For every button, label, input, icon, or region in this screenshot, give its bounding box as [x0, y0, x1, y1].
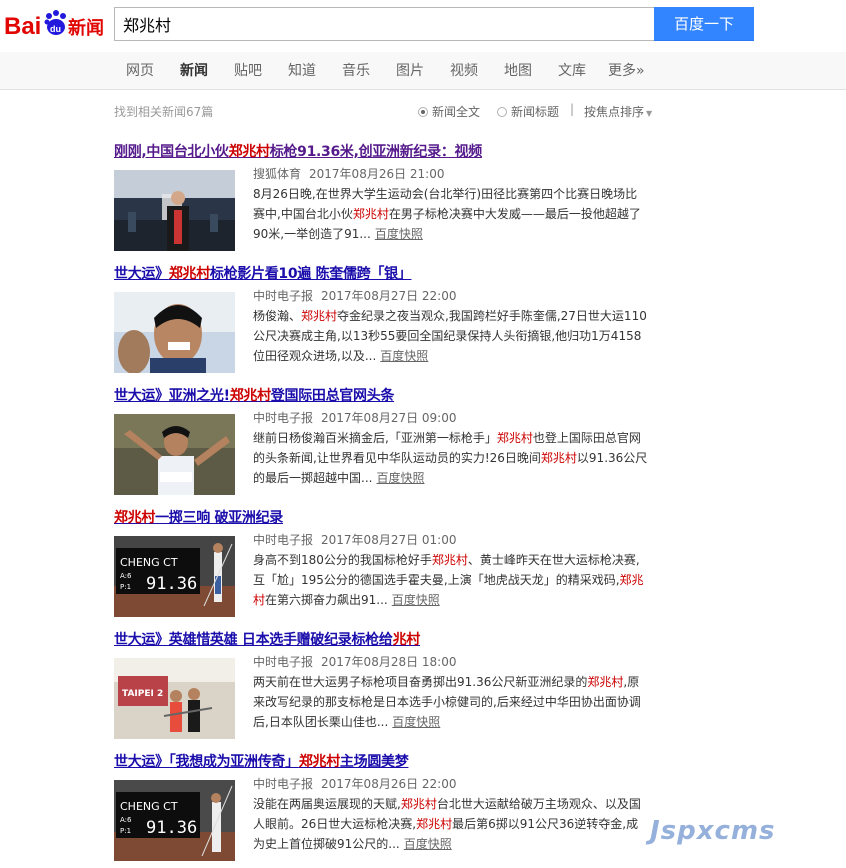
logo-du-text: du [50, 24, 61, 34]
tab-video[interactable]: 视频 [450, 60, 478, 80]
result-body: 中时电子报 2017年08月26日 22:00 没能在两届奥运展现的天赋,郑兆村台… [253, 774, 653, 854]
option-full-text[interactable]: 新闻全文 [418, 103, 480, 120]
result-thumbnail[interactable]: CHENG CT A:6 P:1 91.36 [114, 780, 235, 861]
scoreboard-value: 91.36 [146, 574, 197, 594]
cache-link[interactable]: 百度快照 [376, 471, 424, 485]
tab-music[interactable]: 音乐 [342, 60, 370, 80]
scoreboard-a: A:6 [120, 816, 132, 824]
news-result: 世大运》「我想成为亚洲传奇」郑兆村主场圆美梦 CHENG CT A:6 P:1 … [114, 752, 674, 861]
radio-checked-icon[interactable] [418, 106, 428, 117]
logo-bai-text: Bai [4, 13, 41, 40]
search-input[interactable] [114, 7, 654, 41]
cache-link[interactable]: 百度快照 [404, 837, 452, 851]
cache-link[interactable]: 百度快照 [392, 593, 440, 607]
result-snippet: 两天前在世大运男子标枪项目奋勇掷出91.36公尺新亚洲纪录的郑兆村,原来改写纪录… [253, 675, 641, 729]
result-source: 中时电子报 2017年08月27日 09:00 [253, 411, 457, 425]
radio-unchecked-icon[interactable] [497, 106, 507, 117]
scoreboard-p: P:1 [120, 583, 131, 591]
scoreboard-a: A:6 [120, 572, 132, 580]
news-result: 世大运》郑兆村标枪影片看10遍 陈奎儒跨「银」 中时电子报 2017年08月27日… [114, 264, 674, 373]
banner-text: TAIPEI 2 [122, 689, 163, 699]
search-button[interactable]: 百度一下 [654, 7, 754, 41]
result-snippet: 没能在两届奥运展现的天赋,郑兆村台北世大运献给破万主场观众、以及国人眼前。26日… [253, 797, 641, 851]
result-thumbnail[interactable] [114, 292, 235, 373]
result-snippet: 杨俊瀚、郑兆村夺金纪录之夜当观众,我国跨栏好手陈奎儒,27日世大运110公尺决赛… [253, 309, 647, 363]
cache-link[interactable]: 百度快照 [392, 715, 440, 729]
result-source: 搜狐体育 2017年08月26日 21:00 [253, 167, 445, 181]
cache-link[interactable]: 百度快照 [380, 349, 428, 363]
result-body: 中时电子报 2017年08月28日 18:00 两天前在世大运男子标枪项目奋勇掷出… [253, 652, 653, 732]
tab-tieba[interactable]: 贴吧 [234, 60, 262, 80]
header: Bai du 新闻 百度一下 [0, 0, 846, 52]
result-body: 中时电子报 2017年08月27日 09:00 继前日杨俊瀚百米摘金后,「亚洲第一… [253, 408, 653, 488]
result-body: 搜狐体育 2017年08月26日 21:00 8月26日晚,在世界大学生运动会(台… [253, 164, 653, 244]
tab-more[interactable]: 更多» [608, 60, 645, 80]
result-title[interactable]: 刚刚,中国台北小伙郑兆村标枪91.36米,创亚洲新纪录：视频 [114, 142, 674, 162]
result-body: 中时电子报 2017年08月27日 22:00 杨俊瀚、郑兆村夺金纪录之夜当观众,… [253, 286, 653, 366]
tab-news[interactable]: 新闻 [180, 60, 208, 80]
result-title[interactable]: 世大运》郑兆村标枪影片看10遍 陈奎儒跨「银」 [114, 264, 674, 284]
logo-news-text: 新闻 [68, 17, 104, 39]
result-title[interactable]: 郑兆村一掷三响 破亚洲纪录 [114, 508, 674, 528]
tab-images[interactable]: 图片 [396, 60, 424, 80]
result-snippet: 8月26日晚,在世界大学生运动会(台北举行)田径比赛第四个比赛日晚场比赛中,中国… [253, 187, 641, 241]
result-thumbnail[interactable]: TAIPEI 2 [114, 658, 235, 739]
tab-zhidao[interactable]: 知道 [288, 60, 316, 80]
result-snippet: 继前日杨俊瀚百米摘金后,「亚洲第一标枪手」郑兆村也登上国际田总官网的头条新闻,让… [253, 431, 648, 485]
result-thumbnail[interactable] [114, 414, 235, 495]
news-result: 郑兆村一掷三响 破亚洲纪录 CHENG CT A:6 P:1 91.36 中时电… [114, 508, 674, 617]
result-count: 找到相关新闻67篇 [114, 105, 214, 119]
sort-dropdown[interactable]: 按焦点排序 ▼ [584, 103, 652, 120]
result-snippet: 身高不到180公分的我国标枪好手郑兆村、黄士峰昨天在世大运标枪决赛,互「尬」19… [253, 553, 644, 607]
result-thumbnail[interactable] [114, 170, 235, 251]
result-title[interactable]: 世大运》亚洲之光!郑兆村登国际田总官网头条 [114, 386, 674, 406]
scoreboard-name: CHENG CT [120, 556, 178, 569]
result-source: 中时电子报 2017年08月27日 22:00 [253, 289, 457, 303]
news-result: 世大运》亚洲之光!郑兆村登国际田总官网头条 中时电子报 2017年08月27日 0… [114, 386, 674, 495]
result-source: 中时电子报 2017年08月28日 18:00 [253, 655, 457, 669]
watermark-logo: Jspxcms [650, 816, 776, 846]
scoreboard-p: P:1 [120, 827, 131, 835]
tab-web[interactable]: 网页 [126, 60, 154, 80]
result-title[interactable]: 世大运》英雄惜英雄 日本选手赠破纪录标枪给兆村 [114, 630, 674, 650]
scoreboard-value: 91.36 [146, 818, 197, 838]
news-result: 刚刚,中国台北小伙郑兆村标枪91.36米,创亚洲新纪录：视频 搜狐体育 2017年… [114, 142, 674, 251]
result-source: 中时电子报 2017年08月27日 01:00 [253, 533, 457, 547]
result-title[interactable]: 世大运》「我想成为亚洲传奇」郑兆村主场圆美梦 [114, 752, 674, 772]
toolbar-separator: | [570, 102, 575, 116]
tab-map[interactable]: 地图 [504, 60, 532, 80]
nav-bar: 网页 新闻 贴吧 知道 音乐 图片 视频 地图 文库 更多» [0, 52, 846, 90]
caret-down-icon: ▼ [646, 109, 653, 118]
result-source: 中时电子报 2017年08月26日 22:00 [253, 777, 457, 791]
cache-link[interactable]: 百度快照 [375, 227, 423, 241]
result-thumbnail[interactable]: CHENG CT A:6 P:1 91.36 [114, 536, 235, 617]
news-result: 世大运》英雄惜英雄 日本选手赠破纪录标枪给兆村 TAIPEI 2 中时电子报 20… [114, 630, 674, 739]
option-full-text-label: 新闻全文 [432, 105, 481, 119]
baidu-news-logo[interactable]: Bai du 新闻 [4, 4, 106, 40]
sort-label: 按焦点排序 [584, 105, 645, 119]
tab-wenku[interactable]: 文库 [558, 60, 586, 80]
option-title-only-label: 新闻标题 [511, 105, 560, 119]
scoreboard-name: CHENG CT [120, 800, 178, 813]
option-title-only[interactable]: 新闻标题 [497, 103, 559, 120]
result-body: 中时电子报 2017年08月27日 01:00 身高不到180公分的我国标枪好手郑… [253, 530, 653, 610]
